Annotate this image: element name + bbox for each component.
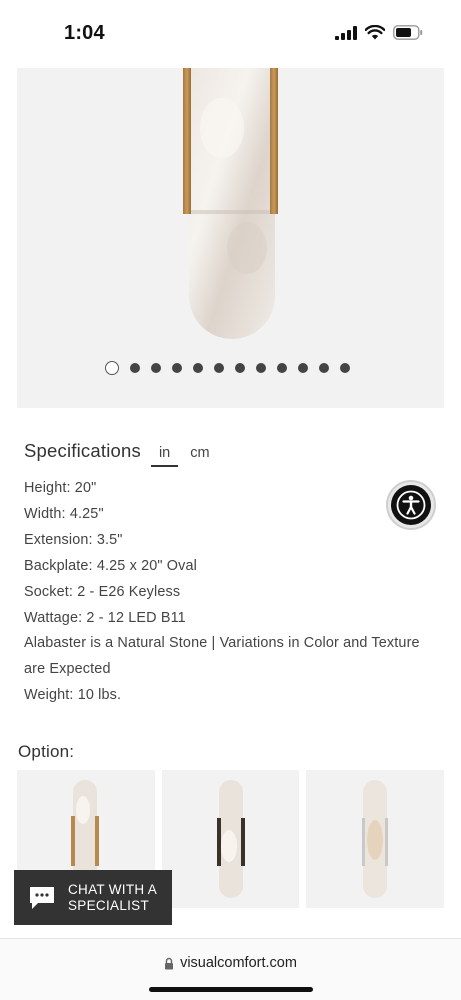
option-polished-nickel[interactable] [306, 770, 445, 908]
specifications-section: Specifications in cm Height: 20" Width: … [24, 440, 444, 709]
gallery-pagination [17, 361, 444, 375]
gallery-dot[interactable] [277, 363, 287, 373]
gallery-dot[interactable] [105, 361, 119, 375]
spec-material-note: Alabaster is a Natural Stone | Variation… [24, 635, 420, 652]
spec-height: Height: 20" [24, 480, 97, 496]
option-title: Option: [18, 742, 75, 761]
spec-backplate: Backplate: 4.25 x 20" Oval [24, 557, 197, 574]
gallery-dot[interactable] [172, 363, 182, 373]
gallery-dot[interactable] [256, 363, 266, 373]
gallery-dot[interactable] [130, 363, 140, 373]
status-time: 1:04 [64, 22, 105, 44]
unit-toggle-cm[interactable]: cm [182, 445, 217, 465]
gallery-dot[interactable] [298, 363, 308, 373]
spec-weight: Weight: 10 lbs. [24, 687, 122, 704]
cellular-signal-icon [335, 25, 357, 40]
battery-icon [393, 25, 423, 40]
option-thumbnail [362, 780, 389, 898]
browser-bottom-bar: visualcomfort.com [0, 938, 461, 1000]
chat-label-line2: SPECIALIST [68, 897, 150, 913]
specifications-list: Height: 20" Width: 4.25" Extension: 3.5"… [24, 476, 444, 709]
accessibility-button[interactable] [386, 480, 436, 530]
url-text: visualcomfort.com [180, 955, 297, 971]
spec-wattage: Wattage: 2 - 12 LED B11 [24, 609, 186, 626]
gallery-dot[interactable] [214, 363, 224, 373]
chat-label-line1: CHAT WITH A [68, 881, 158, 897]
gallery-dot[interactable] [151, 363, 161, 373]
unit-toggle-in[interactable]: in [150, 445, 179, 467]
product-image [183, 68, 278, 339]
option-bronze[interactable] [161, 770, 300, 908]
address-bar[interactable]: visualcomfort.com [0, 955, 461, 971]
home-indicator[interactable] [149, 987, 313, 992]
gallery-dot[interactable] [319, 363, 329, 373]
spec-material-note-cont: are Expected [24, 661, 111, 678]
option-thumbnail [216, 780, 245, 898]
spec-width: Width: 4.25" [24, 505, 104, 522]
specifications-header: Specifications in cm [24, 440, 444, 470]
gallery-dot[interactable] [193, 363, 203, 373]
gallery-dot[interactable] [340, 363, 350, 373]
accessibility-icon-wrap [391, 485, 431, 525]
status-bar: 1:04 [0, 0, 461, 68]
accessibility-icon [396, 490, 426, 520]
lock-icon [165, 957, 174, 969]
product-image-gallery[interactable] [17, 68, 444, 408]
chat-label: CHAT WITH A SPECIALIST [68, 882, 157, 914]
spec-socket: Socket: 2 - E26 Keyless [24, 583, 181, 600]
chat-bubble-icon [30, 886, 54, 909]
status-icons [335, 25, 423, 40]
spec-extension: Extension: 3.5" [24, 531, 123, 548]
wifi-icon [365, 25, 385, 40]
specifications-title: Specifications [24, 440, 141, 461]
gallery-dot[interactable] [235, 363, 245, 373]
chat-with-specialist-button[interactable]: CHAT WITH A SPECIALIST [14, 870, 172, 925]
